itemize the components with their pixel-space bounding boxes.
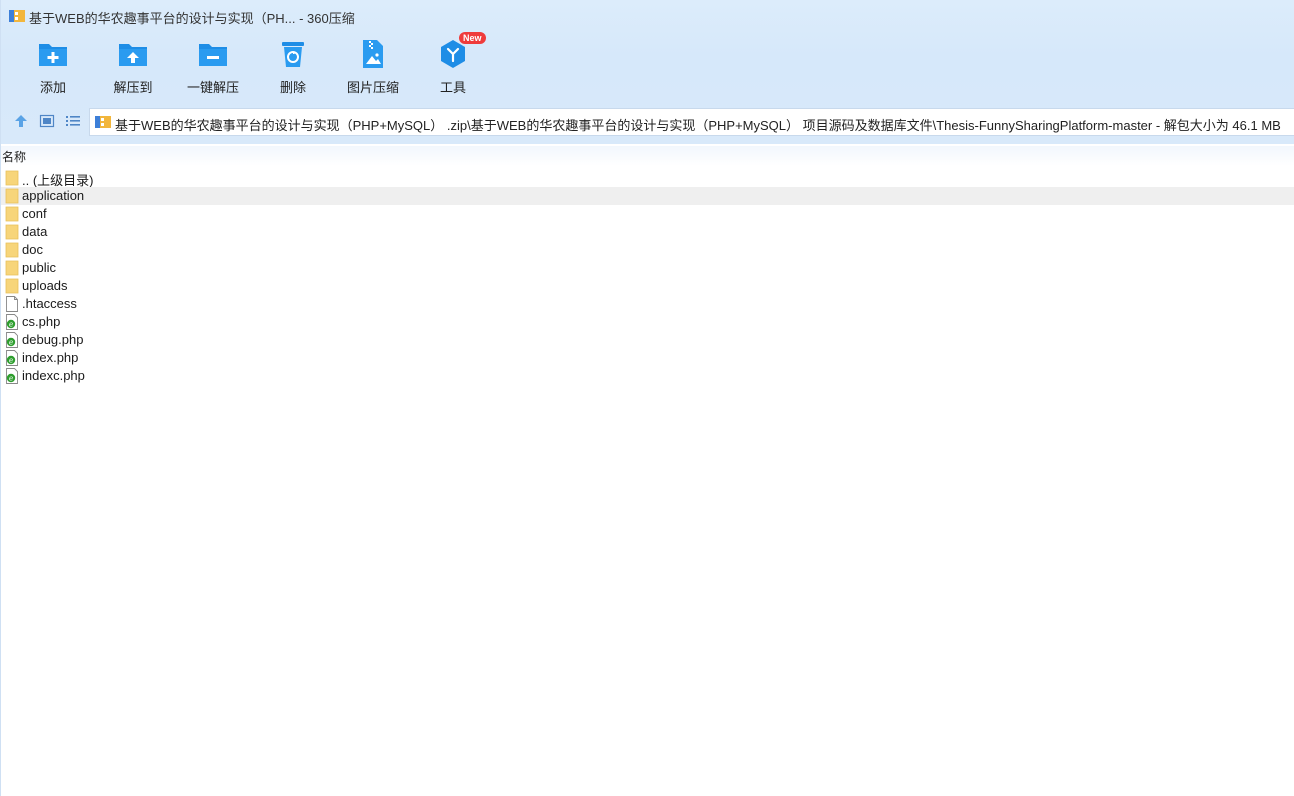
thumbnail-view-icon[interactable] <box>39 113 55 129</box>
title-bar: 基于WEB的华农趣事平台的设计与实现（PH... - 360压缩 <box>1 0 1294 32</box>
image-compress-icon <box>363 40 383 68</box>
delete-label: 删除 <box>279 80 306 95</box>
toolbar: 添加 解压到 一键解压 删除 图片压缩 New 工具 <box>1 32 1294 100</box>
file-name: data <box>22 224 48 239</box>
tools-label: 工具 <box>439 80 466 95</box>
archive-app-icon <box>9 10 25 22</box>
top-area: 基于WEB的华农趣事平台的设计与实现（PH... - 360压缩 添加 解压到 <box>1 0 1294 144</box>
svg-text:e: e <box>9 357 13 365</box>
file-name: debug.php <box>22 332 84 347</box>
tools-button[interactable]: New 工具 <box>413 32 493 100</box>
navigation-bar: 基于WEB的华农趣事平台的设计与实现（PHP+MySQL） .zip\基于WEB… <box>1 104 1294 138</box>
folder-icon <box>5 188 19 204</box>
image-compress-button[interactable]: 图片压缩 <box>333 34 413 100</box>
folder-icon <box>5 260 19 276</box>
extract-to-label: 解压到 <box>113 80 153 95</box>
one-click-extract-icon <box>199 44 227 66</box>
window-title: 基于WEB的华农趣事平台的设计与实现（PH... - 360压缩 <box>29 11 355 26</box>
file-name: .htaccess <box>22 296 77 311</box>
one-click-extract-label: 一键解压 <box>186 80 239 95</box>
file-name: index.php <box>22 350 79 365</box>
up-arrow-icon[interactable] <box>13 113 29 129</box>
file-icon <box>5 296 19 312</box>
php-file-icon: e <box>5 332 19 348</box>
file-list: .. (上级目录) application conf data doc public upl… <box>1 169 1294 385</box>
one-click-extract-button[interactable]: 一键解压 <box>173 34 253 100</box>
delete-button[interactable]: 删除 <box>253 34 333 100</box>
address-bar[interactable]: 基于WEB的华农趣事平台的设计与实现（PHP+MySQL） .zip\基于WEB… <box>89 108 1294 136</box>
folder-icon <box>5 170 19 186</box>
file-name: cs.php <box>22 314 61 329</box>
image-compress-label: 图片压缩 <box>346 80 399 95</box>
list-item[interactable]: e debug.php <box>1 331 1294 349</box>
extract-to-button[interactable]: 解压到 <box>93 34 173 100</box>
list-item[interactable]: e indexc.php <box>1 367 1294 385</box>
php-file-icon: e <box>5 350 19 366</box>
list-item[interactable]: conf <box>1 205 1294 223</box>
list-item[interactable]: doc <box>1 241 1294 259</box>
php-file-icon: e <box>5 314 19 330</box>
file-name: indexc.php <box>22 368 85 383</box>
svg-text:e: e <box>9 375 13 383</box>
column-header[interactable]: 名称 <box>1 146 1294 166</box>
folder-icon <box>5 224 19 240</box>
list-item[interactable]: e index.php <box>1 349 1294 367</box>
trash-icon <box>282 42 304 67</box>
list-item[interactable]: .. (上级目录) <box>1 169 1294 188</box>
folder-icon <box>5 242 19 258</box>
svg-text:e: e <box>9 339 13 347</box>
list-item[interactable]: .htaccess <box>1 295 1294 313</box>
list-item[interactable]: e cs.php <box>1 313 1294 331</box>
list-item[interactable]: uploads <box>1 277 1294 295</box>
file-name: application <box>22 188 85 203</box>
folder-icon <box>5 278 19 294</box>
list-view-icon[interactable] <box>65 113 81 129</box>
column-name-label: 名称 <box>2 150 27 164</box>
file-name: doc <box>22 242 43 257</box>
folder-icon <box>5 206 19 222</box>
app-window: 基于WEB的华农趣事平台的设计与实现（PH... - 360压缩 添加 解压到 <box>0 0 1294 796</box>
list-item[interactable]: public <box>1 259 1294 277</box>
address-path: 基于WEB的华农趣事平台的设计与实现（PHP+MySQL） .zip\基于WEB… <box>115 118 1281 133</box>
file-name: public <box>22 260 56 275</box>
new-badge: New <box>459 32 486 44</box>
file-name: conf <box>22 206 47 221</box>
add-button[interactable]: 添加 <box>13 34 93 100</box>
list-item[interactable]: application <box>1 187 1294 205</box>
extract-to-icon <box>119 44 147 66</box>
svg-text:e: e <box>9 321 13 329</box>
list-item[interactable]: data <box>1 223 1294 241</box>
add-label: 添加 <box>39 80 66 95</box>
file-name: uploads <box>22 278 68 293</box>
php-file-icon: e <box>5 368 19 384</box>
add-folder-icon <box>39 44 67 66</box>
archive-icon <box>95 116 111 128</box>
